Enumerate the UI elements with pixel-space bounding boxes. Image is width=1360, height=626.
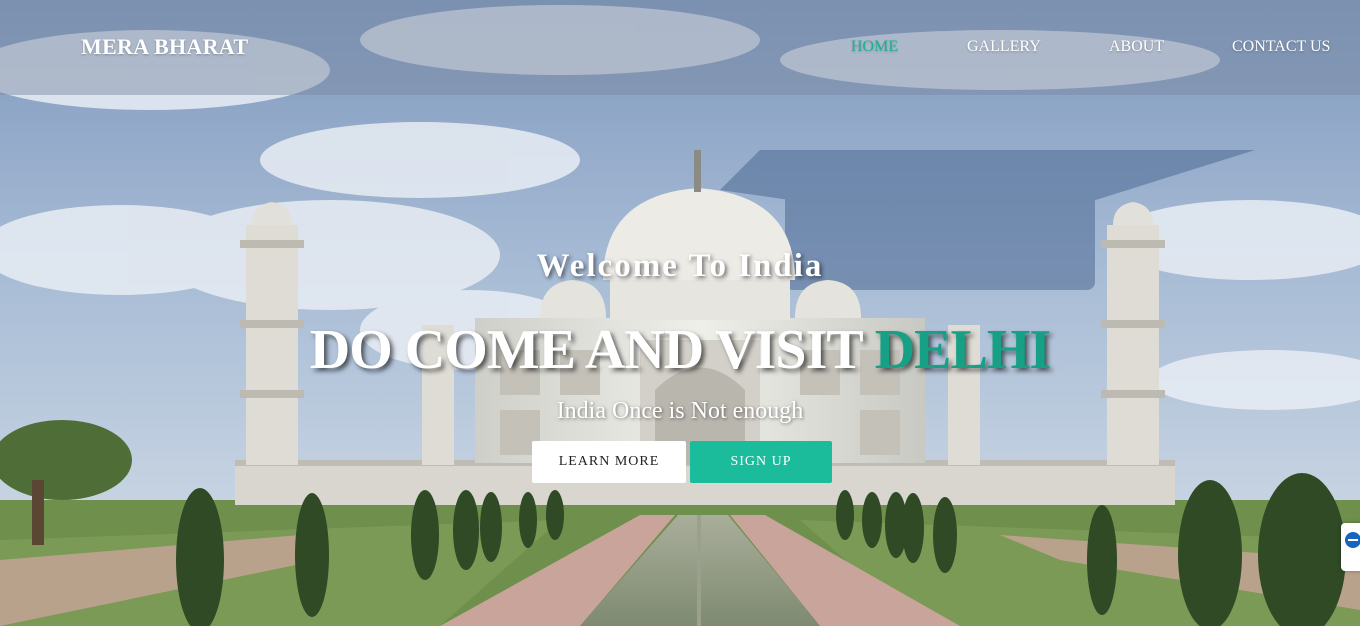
- headline-accent-city: DELHI: [874, 319, 1051, 381]
- chat-widget-icon: [1345, 532, 1360, 548]
- brand-logo[interactable]: MERA BHARAT: [81, 34, 248, 60]
- main-headline: DO COME AND VISIT DELHI: [0, 318, 1360, 382]
- nav-gallery[interactable]: GALLERY: [967, 38, 1041, 56]
- sign-up-button[interactable]: SIGN UP: [690, 441, 832, 483]
- nav-contact-us[interactable]: CONTACT US: [1232, 38, 1330, 56]
- side-chat-widget[interactable]: [1341, 523, 1360, 571]
- top-navbar: MERA BHARAT HOME GALLERY ABOUT CONTACT U…: [0, 0, 1360, 95]
- nav-about[interactable]: ABOUT: [1109, 38, 1164, 56]
- hero-section: MERA BHARAT HOME GALLERY ABOUT CONTACT U…: [0, 0, 1360, 626]
- welcome-heading: Welcome To India: [536, 248, 824, 284]
- tagline: India Once is Not enough: [556, 398, 804, 424]
- learn-more-button[interactable]: LEARN MORE: [532, 441, 686, 483]
- nav-home[interactable]: HOME: [851, 38, 898, 56]
- headline-text: DO COME AND VISIT: [309, 319, 875, 381]
